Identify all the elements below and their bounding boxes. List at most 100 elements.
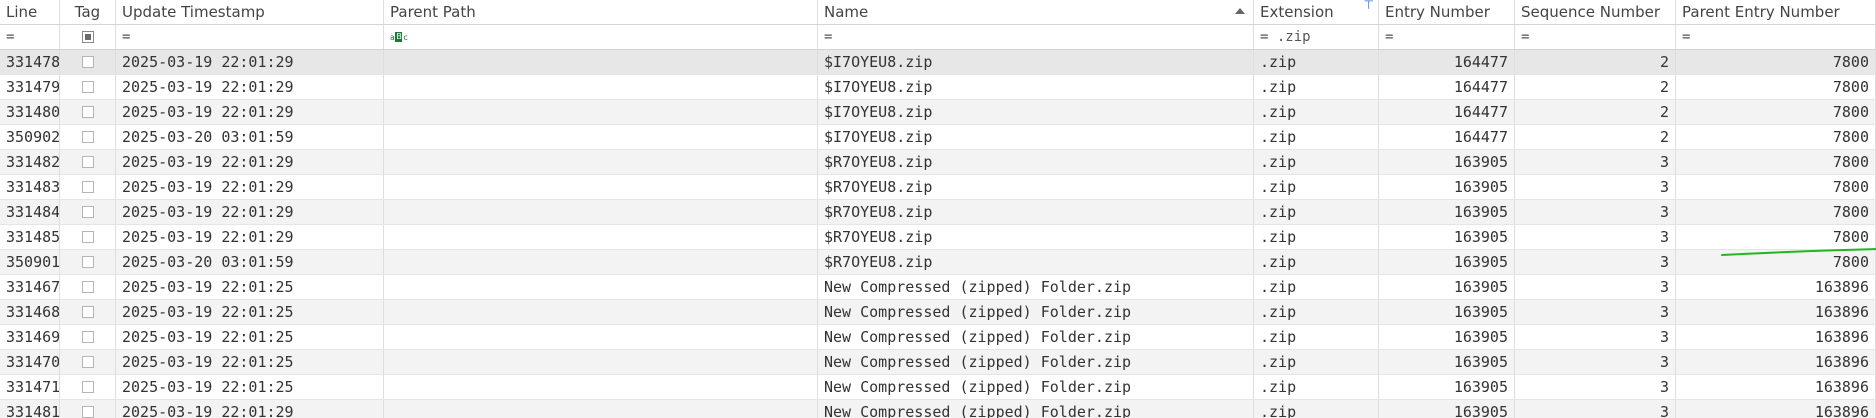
cell-tag[interactable] <box>60 325 116 349</box>
column-header-name-label: Name <box>824 3 869 21</box>
rows-container: 331478 2025-03-19 22:01:29 $I7OYEU8.zip .zi… <box>0 50 1876 418</box>
cell-tag[interactable] <box>60 250 116 274</box>
column-header-name[interactable]: Name <box>818 0 1254 24</box>
filter-entry-number[interactable]: = <box>1379 25 1515 49</box>
cell-parent-path <box>384 325 818 349</box>
cell-extension: .zip <box>1254 225 1379 249</box>
column-header-line[interactable]: Line <box>0 0 60 24</box>
cell-update-timestamp: 2025-03-19 22:01:29 <box>116 100 384 124</box>
cell-parent-path <box>384 225 818 249</box>
cell-tag[interactable] <box>60 400 116 418</box>
table-row[interactable]: 350902 2025-03-20 03:01:59 $I7OYEU8.zip .zi… <box>0 125 1876 150</box>
cell-tag[interactable] <box>60 225 116 249</box>
table-row[interactable]: 331484 2025-03-19 22:01:29 $R7OYEU8.zip .zi… <box>0 200 1876 225</box>
cell-update-timestamp: 2025-03-19 22:01:29 <box>116 75 384 99</box>
table-row[interactable]: 331470 2025-03-19 22:01:25 New Compressed … <box>0 350 1876 375</box>
tag-checkbox[interactable] <box>81 81 94 93</box>
cell-parent-entry-number: 163896 <box>1676 300 1876 324</box>
table-row[interactable]: 331471 2025-03-19 22:01:25 New Compressed … <box>0 375 1876 400</box>
cell-parent-path <box>384 250 818 274</box>
cell-tag[interactable] <box>60 175 116 199</box>
tag-checkbox[interactable] <box>81 56 94 68</box>
tag-checkbox[interactable] <box>81 306 94 318</box>
cell-tag[interactable] <box>60 50 116 74</box>
cell-name: $I7OYEU8.zip <box>818 75 1254 99</box>
cell-extension: .zip <box>1254 100 1379 124</box>
tag-checkbox[interactable] <box>81 331 94 343</box>
cell-name: $R7OYEU8.zip <box>818 225 1254 249</box>
cell-tag[interactable] <box>60 300 116 324</box>
cell-tag[interactable] <box>60 375 116 399</box>
cell-tag[interactable] <box>60 75 116 99</box>
cell-sequence-number: 3 <box>1515 350 1676 374</box>
cell-tag[interactable] <box>60 150 116 174</box>
column-header-entry-number[interactable]: Entry Number <box>1379 0 1515 24</box>
cell-entry-number: 164477 <box>1379 125 1515 149</box>
filter-tag[interactable] <box>60 25 116 49</box>
cell-tag[interactable] <box>60 125 116 149</box>
column-header-extension-label: Extension <box>1260 3 1334 21</box>
tag-checkbox[interactable] <box>81 281 94 293</box>
tag-filter-checkbox[interactable] <box>81 31 94 43</box>
tag-checkbox[interactable] <box>81 181 94 193</box>
cell-tag[interactable] <box>60 200 116 224</box>
table-row[interactable]: 331482 2025-03-19 22:01:29 $R7OYEU8.zip .zi… <box>0 150 1876 175</box>
tag-checkbox[interactable] <box>81 206 94 218</box>
column-header-parent-entry-number[interactable]: Parent Entry Number <box>1676 0 1876 24</box>
column-header-tag[interactable]: Tag <box>60 0 116 24</box>
table-row[interactable]: 350901 2025-03-20 03:01:59 $R7OYEU8.zip .zi… <box>0 250 1876 275</box>
filter-parent-path[interactable]: aBc <box>384 25 818 49</box>
tag-checkbox[interactable] <box>81 231 94 243</box>
table-row[interactable]: 331469 2025-03-19 22:01:25 New Compressed … <box>0 325 1876 350</box>
column-header-parent-path[interactable]: Parent Path <box>384 0 818 24</box>
column-header-sequence-number[interactable]: Sequence Number <box>1515 0 1676 24</box>
cell-update-timestamp: 2025-03-19 22:01:25 <box>116 275 384 299</box>
table-row[interactable]: 331480 2025-03-19 22:01:29 $I7OYEU8.zip .zi… <box>0 100 1876 125</box>
column-header-extension[interactable]: Extension ⊤ <box>1254 0 1379 24</box>
table-row[interactable]: 331468 2025-03-19 22:01:25 New Compressed … <box>0 300 1876 325</box>
sort-ascending-icon <box>1235 8 1245 14</box>
cell-extension: .zip <box>1254 200 1379 224</box>
cell-tag[interactable] <box>60 100 116 124</box>
table-row[interactable]: 331483 2025-03-19 22:01:29 $R7OYEU8.zip .zi… <box>0 175 1876 200</box>
tag-checkbox[interactable] <box>81 406 94 418</box>
filter-extension[interactable]: = .zip <box>1254 25 1379 49</box>
table-row[interactable]: 331481 2025-03-19 22:01:29 New Compressed … <box>0 400 1876 418</box>
cell-line: 350902 <box>0 125 60 149</box>
cell-entry-number: 164477 <box>1379 100 1515 124</box>
cell-entry-number: 164477 <box>1379 75 1515 99</box>
table-row[interactable]: 331485 2025-03-19 22:01:29 $R7OYEU8.zip .zi… <box>0 225 1876 250</box>
cell-line: 331485 <box>0 225 60 249</box>
tag-checkbox[interactable] <box>81 156 94 168</box>
cell-tag[interactable] <box>60 350 116 374</box>
cell-entry-number: 163905 <box>1379 150 1515 174</box>
cell-sequence-number: 3 <box>1515 150 1676 174</box>
cell-tag[interactable] <box>60 275 116 299</box>
filter-update-timestamp[interactable]: = <box>116 25 384 49</box>
cell-line: 331483 <box>0 175 60 199</box>
cell-name: New Compressed (zipped) Folder.zip <box>818 275 1254 299</box>
cell-parent-entry-number: 163896 <box>1676 400 1876 418</box>
cell-parent-entry-number: 163896 <box>1676 325 1876 349</box>
table-row[interactable]: 331467 2025-03-19 22:01:25 New Compressed … <box>0 275 1876 300</box>
cell-line: 331480 <box>0 100 60 124</box>
cell-line: 331479 <box>0 75 60 99</box>
filter-name[interactable]: = <box>818 25 1254 49</box>
tag-checkbox[interactable] <box>81 356 94 368</box>
filter-line[interactable]: = <box>0 25 60 49</box>
cell-line: 331467 <box>0 275 60 299</box>
cell-extension: .zip <box>1254 400 1379 418</box>
cell-name: $I7OYEU8.zip <box>818 100 1254 124</box>
tag-checkbox[interactable] <box>81 106 94 118</box>
filter-sequence-number[interactable]: = <box>1515 25 1676 49</box>
column-header-update-timestamp[interactable]: Update Timestamp <box>116 0 384 24</box>
tag-checkbox[interactable] <box>81 256 94 268</box>
table-row[interactable]: 331478 2025-03-19 22:01:29 $I7OYEU8.zip .zi… <box>0 50 1876 75</box>
table-row[interactable]: 331479 2025-03-19 22:01:29 $I7OYEU8.zip .zi… <box>0 75 1876 100</box>
filter-parent-entry-number[interactable]: = <box>1676 25 1876 49</box>
cell-extension: .zip <box>1254 50 1379 74</box>
cell-update-timestamp: 2025-03-20 03:01:59 <box>116 125 384 149</box>
cell-parent-entry-number: 7800 <box>1676 200 1876 224</box>
tag-checkbox[interactable] <box>81 381 94 393</box>
tag-checkbox[interactable] <box>81 131 94 143</box>
